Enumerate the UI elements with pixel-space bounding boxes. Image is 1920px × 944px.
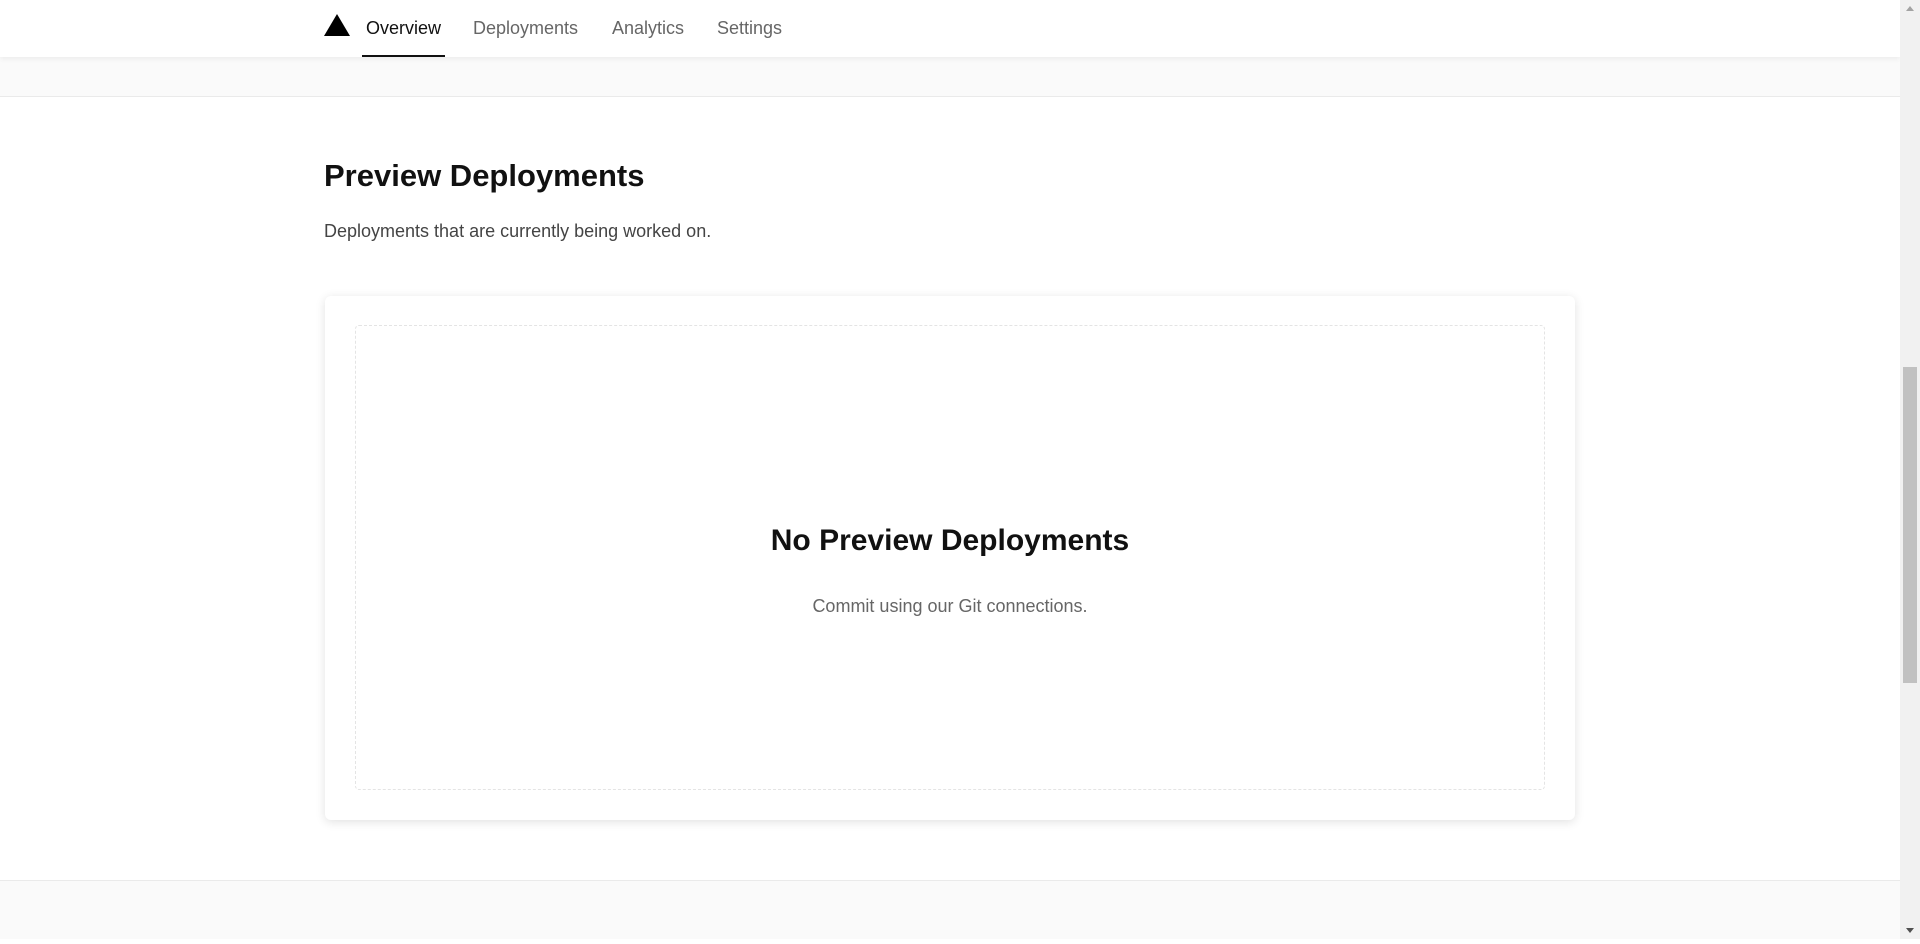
tab-deployments-label: Deployments — [473, 18, 579, 38]
page-viewport: Overview Deployments Analytics Settings … — [0, 0, 1900, 939]
section-title: Preview Deployments — [324, 158, 645, 193]
preview-deployments-card: No Preview Deployments Commit using our … — [325, 296, 1575, 820]
scrollbar-thumb[interactable] — [1903, 367, 1917, 683]
empty-state-description: Commit using our Git connections. — [812, 596, 1088, 616]
empty-state-title: No Preview Deployments — [770, 524, 1130, 557]
scroll-up-arrow-icon[interactable] — [1900, 0, 1920, 17]
top-navigation: Overview Deployments Analytics Settings — [0, 0, 1900, 57]
tab-overview-label: Overview — [366, 18, 442, 38]
tab-settings-label: Settings — [717, 18, 783, 38]
footer-band — [0, 880, 1900, 939]
tab-deployments[interactable]: Deployments — [473, 0, 578, 57]
tab-overview[interactable]: Overview — [362, 0, 446, 57]
active-tab-indicator — [362, 55, 446, 57]
tab-settings[interactable]: Settings — [717, 0, 782, 57]
section-description: Deployments that are currently being wor… — [324, 221, 712, 241]
scroll-down-arrow-icon[interactable] — [1900, 922, 1920, 939]
vertical-scrollbar[interactable] — [1900, 0, 1920, 939]
tab-analytics-label: Analytics — [612, 18, 685, 38]
tab-analytics[interactable]: Analytics — [612, 0, 684, 57]
triangle-logo-icon[interactable] — [324, 14, 350, 36]
header-band — [0, 57, 1900, 97]
empty-state: No Preview Deployments Commit using our … — [355, 325, 1545, 790]
